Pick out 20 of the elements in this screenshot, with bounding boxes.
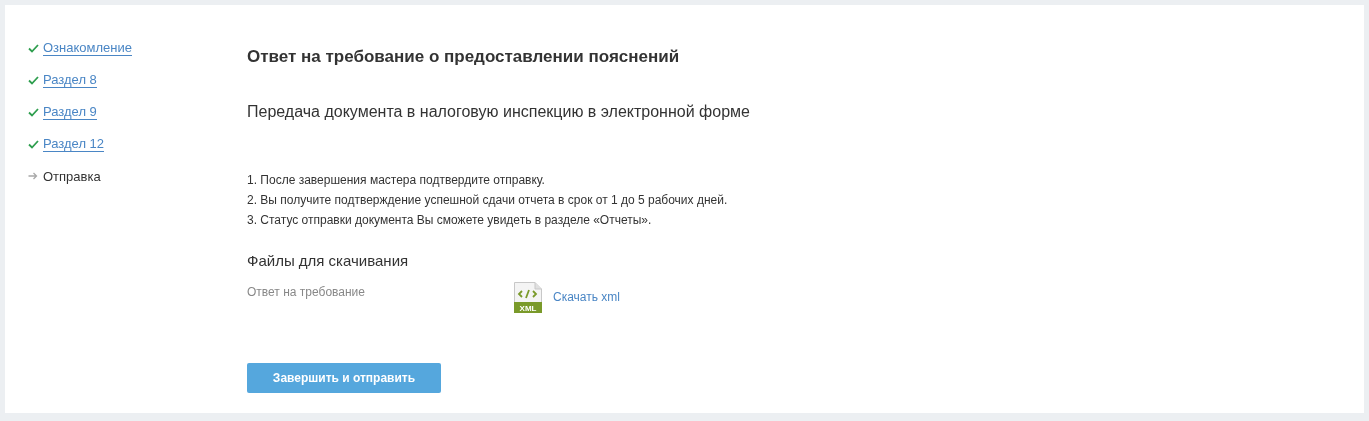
step-link[interactable]: Раздел 8 bbox=[43, 72, 97, 88]
current-step: Отправка bbox=[43, 168, 101, 184]
file-label: Ответ на требование bbox=[247, 284, 366, 301]
step-link[interactable]: Ознакомление bbox=[43, 40, 132, 56]
arrow-icon bbox=[28, 172, 38, 180]
check-icon bbox=[28, 139, 39, 149]
xml-file-icon: XML bbox=[514, 281, 542, 313]
page-title: Ответ на требование о предоставлении пояснений bbox=[247, 47, 681, 67]
step-link[interactable]: Раздел 9 bbox=[43, 104, 97, 120]
check-icon bbox=[28, 107, 39, 117]
section-heading: Файлы для скачивания bbox=[247, 251, 410, 271]
instruction-text: 3. Статус отправки документа Вы сможете увидеть в разделе «Отчеты». bbox=[247, 212, 653, 229]
instruction-text: 1. После завершения мастера подтвердите отправку. bbox=[247, 172, 546, 189]
check-icon bbox=[28, 43, 39, 53]
check-icon bbox=[28, 75, 39, 85]
instruction-text: 2. Вы получите подтверждение успешной сдачи отчета в срок от 1 до 5 рабочих дней. bbox=[247, 192, 729, 209]
page-subtitle: Передача документа в налоговую инспекцию в электронной форме bbox=[247, 102, 750, 122]
download-link[interactable]: Скачать xml bbox=[553, 290, 620, 304]
step-link[interactable]: Раздел 12 bbox=[43, 136, 105, 152]
submit-button[interactable]: Завершить и отправить bbox=[247, 363, 441, 393]
